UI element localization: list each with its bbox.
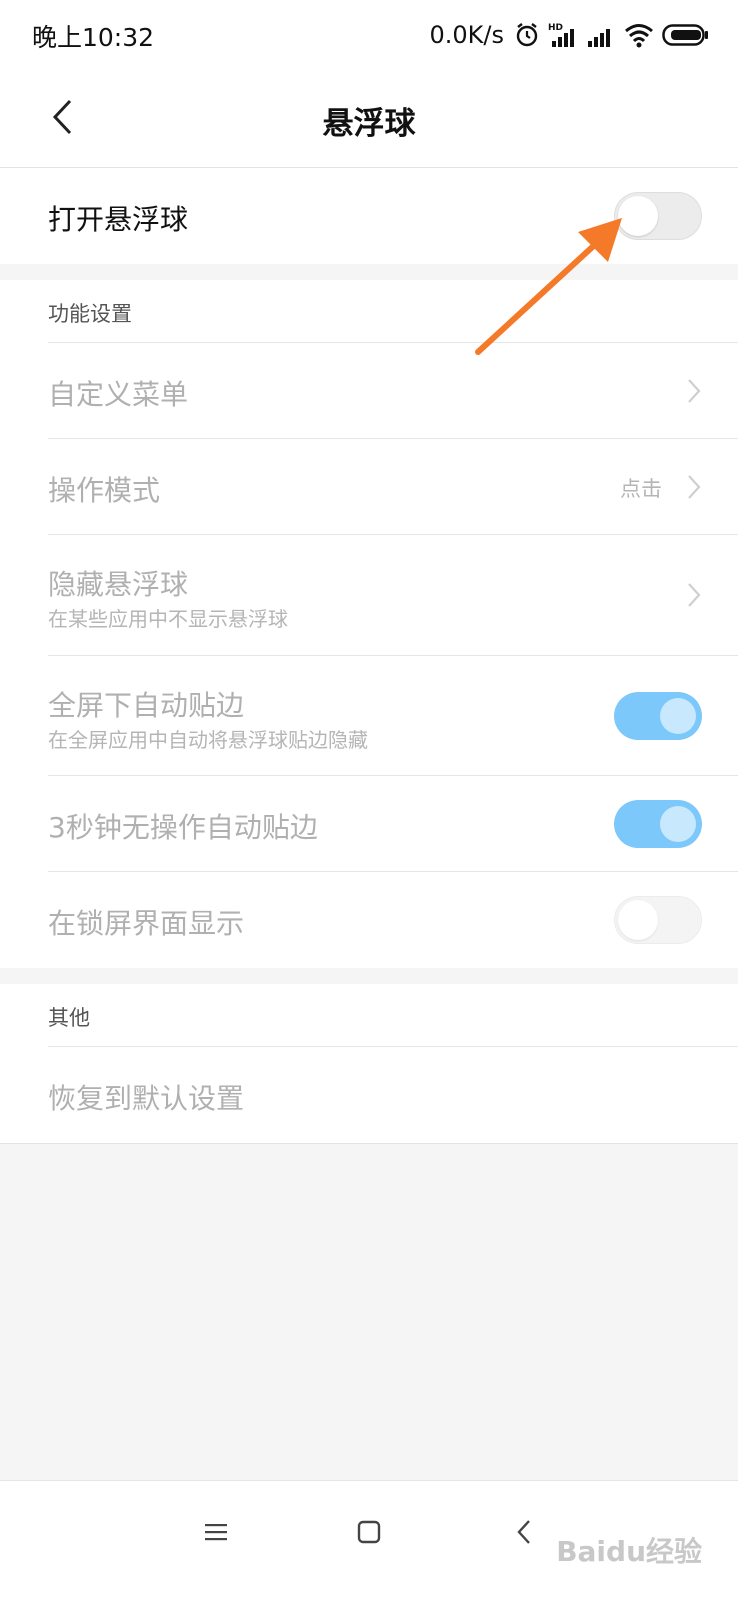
navigation-bar: Baidu经验	[0, 1480, 738, 1600]
open-floating-ball-label: 打开悬浮球	[48, 203, 189, 236]
chevron-right-icon	[688, 379, 701, 403]
status-bar: 晚上10:32 0.0K/s HD	[0, 0, 738, 70]
hd-signal-icon: HD	[548, 23, 574, 47]
status-time: 晚上10:32	[32, 23, 155, 52]
function-settings-card: 功能设置 自定义菜单 操作模式 点击 隐藏悬浮球 在某些应用中不显示悬浮球 全屏…	[0, 280, 738, 968]
menu-button[interactable]	[186, 1507, 246, 1557]
settings-item-restore-defaults[interactable]: 恢复到默认设置	[0, 1047, 738, 1143]
fullscreen-auto-edge-label: 全屏下自动贴边	[48, 689, 245, 722]
wifi-icon	[625, 24, 653, 48]
lock-screen-label: 在锁屏界面显示	[48, 907, 245, 940]
custom-menu-label: 自定义菜单	[48, 378, 189, 411]
annotation-arrow	[475, 218, 622, 355]
restore-defaults-label: 恢复到默认设置	[48, 1082, 245, 1115]
home-button[interactable]	[339, 1507, 399, 1557]
lock-screen-toggle[interactable]	[614, 896, 702, 944]
idle-auto-edge-toggle[interactable]	[614, 800, 702, 848]
toggle-knob	[660, 806, 696, 842]
battery-icon	[662, 24, 708, 46]
nav-back-button[interactable]	[494, 1507, 554, 1557]
chevron-right-icon	[688, 475, 701, 499]
baidu-watermark: Baidu经验	[556, 1535, 702, 1568]
operation-mode-label: 操作模式	[48, 474, 161, 507]
signal-icon	[588, 29, 610, 47]
settings-item-hide-floating-ball[interactable]: 隐藏悬浮球 在某些应用中不显示悬浮球	[0, 535, 738, 655]
settings-item-fullscreen-auto-edge: 全屏下自动贴边 在全屏应用中自动将悬浮球贴边隐藏	[0, 656, 738, 776]
section-header-function-settings: 功能设置	[48, 302, 132, 326]
back-icon	[517, 1520, 530, 1544]
page-title: 悬浮球	[322, 106, 416, 142]
hide-floating-ball-sublabel: 在某些应用中不显示悬浮球	[48, 607, 288, 631]
net-speed: 0.0K/s	[429, 21, 505, 49]
other-settings-card: 其他 恢复到默认设置	[0, 984, 738, 1144]
alarm-icon	[516, 23, 538, 47]
home-icon	[357, 1520, 381, 1544]
settings-item-idle-auto-edge: 3秒钟无操作自动贴边	[0, 776, 738, 872]
settings-item-operation-mode[interactable]: 操作模式 点击	[0, 439, 738, 535]
status-icons: 0.0K/s HD	[429, 18, 708, 52]
operation-mode-value: 点击	[620, 477, 662, 501]
toggle-knob	[660, 698, 696, 734]
fullscreen-auto-edge-sublabel: 在全屏应用中自动将悬浮球贴边隐藏	[48, 728, 368, 752]
idle-auto-edge-label: 3秒钟无操作自动贴边	[48, 811, 318, 844]
svg-text:HD: HD	[548, 23, 563, 33]
chevron-right-icon	[688, 583, 701, 607]
menu-icon	[205, 1524, 227, 1541]
hide-floating-ball-label: 隐藏悬浮球	[48, 568, 189, 601]
section-header-other: 其他	[48, 1006, 90, 1030]
title-bar: 悬浮球	[0, 70, 738, 168]
fullscreen-auto-edge-toggle[interactable]	[614, 692, 702, 740]
toggle-knob	[618, 900, 658, 940]
settings-item-lock-screen: 在锁屏界面显示	[0, 872, 738, 968]
